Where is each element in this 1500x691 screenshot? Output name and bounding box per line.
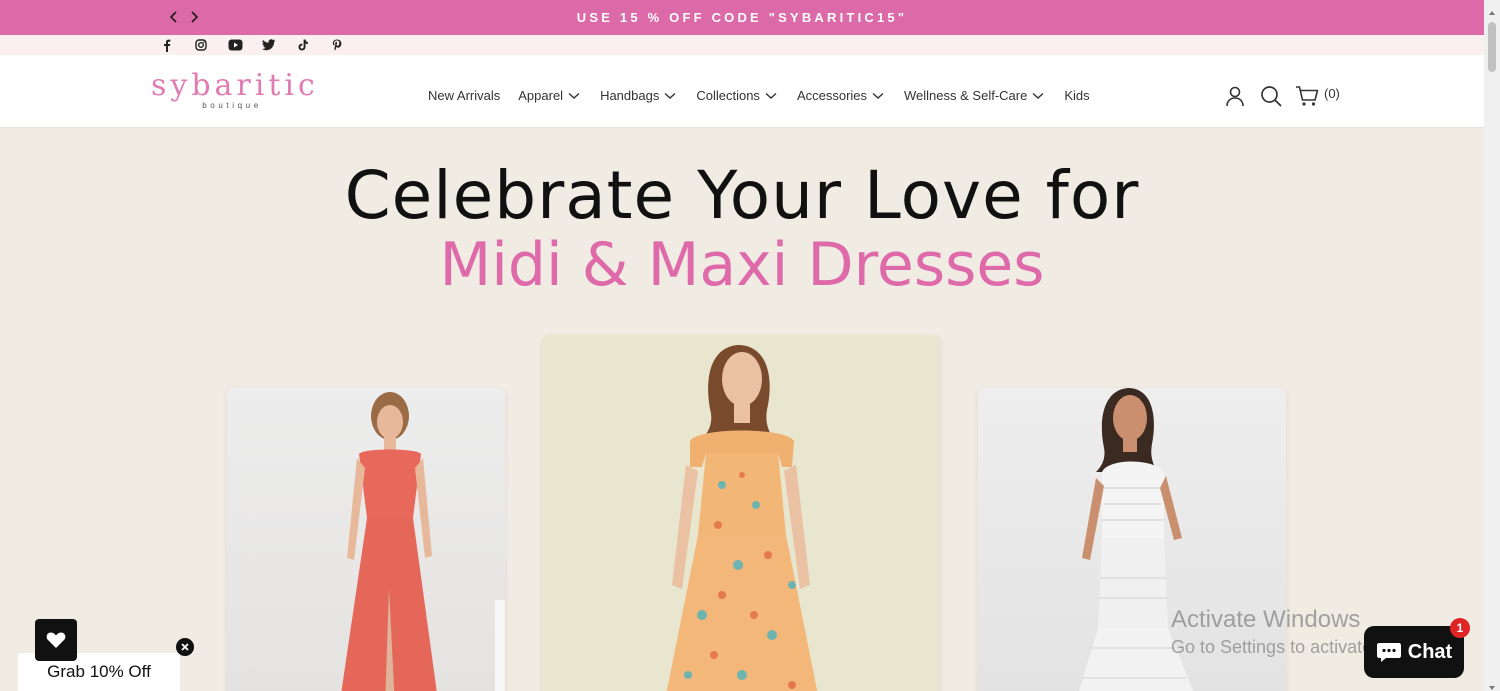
activate-windows-title: Activate Windows bbox=[1171, 606, 1361, 633]
header-actions: (0) bbox=[1222, 83, 1340, 109]
grab-discount-label: Grab 10% Off bbox=[47, 662, 151, 681]
site-header: sybaritic boutique New Arrivals Apparel … bbox=[0, 55, 1484, 128]
main-nav: New Arrivals Apparel Handbags Collection… bbox=[428, 88, 1108, 103]
twitter-icon[interactable] bbox=[252, 38, 286, 52]
chevron-down-icon bbox=[568, 91, 582, 101]
cart-count[interactable]: (0) bbox=[1324, 86, 1340, 101]
chat-button[interactable]: Chat bbox=[1364, 626, 1464, 678]
product-card-floral-midi[interactable] bbox=[542, 335, 940, 691]
instagram-icon[interactable] bbox=[184, 38, 218, 52]
chat-notification-badge: 1 bbox=[1450, 618, 1470, 638]
model-coral-dress-image bbox=[341, 392, 505, 691]
nav-wellness-self-care[interactable]: Wellness & Self-Care bbox=[904, 88, 1046, 103]
announcement-text: USE 15 % OFF CODE "SYBARITIC15" bbox=[576, 10, 908, 25]
chat-label: Chat bbox=[1407, 640, 1453, 663]
social-bar bbox=[0, 35, 1484, 55]
nav-label: Collections bbox=[696, 88, 760, 103]
chat-bubble-icon bbox=[1376, 643, 1401, 662]
logo-text: sybaritic bbox=[151, 68, 319, 103]
close-icon[interactable] bbox=[176, 638, 194, 656]
announcement-bar: USE 15 % OFF CODE "SYBARITIC15" bbox=[0, 0, 1484, 35]
product-card-coral-maxi[interactable] bbox=[227, 388, 505, 691]
pinterest-icon[interactable] bbox=[320, 38, 354, 52]
scrollbar-thumb[interactable] bbox=[1488, 22, 1496, 72]
chevron-down-icon bbox=[872, 91, 886, 101]
tiktok-icon[interactable] bbox=[286, 38, 320, 52]
search-icon[interactable] bbox=[1258, 83, 1284, 109]
wishlist-button[interactable] bbox=[35, 619, 77, 661]
nav-label: Apparel bbox=[518, 88, 564, 103]
nav-label: Kids bbox=[1064, 88, 1090, 103]
nav-apparel[interactable]: Apparel bbox=[518, 88, 582, 103]
youtube-icon[interactable] bbox=[218, 38, 252, 52]
chevron-down-icon bbox=[765, 91, 779, 101]
hero-heading: Celebrate Your Love for bbox=[344, 157, 1140, 234]
heart-icon bbox=[46, 632, 66, 648]
nav-new-arrivals[interactable]: New Arrivals bbox=[428, 88, 500, 103]
nav-label: New Arrivals bbox=[428, 88, 501, 103]
hero-subheading: Midi & Maxi Dresses bbox=[439, 230, 1045, 300]
account-icon[interactable] bbox=[1222, 83, 1248, 109]
scroll-down-icon[interactable] bbox=[1488, 679, 1496, 690]
nav-handbags[interactable]: Handbags bbox=[600, 88, 678, 103]
nav-accessories[interactable]: Accessories bbox=[797, 88, 886, 103]
nav-collections[interactable]: Collections bbox=[696, 88, 779, 103]
model-floral-dress-image bbox=[666, 345, 818, 691]
nav-label: Accessories bbox=[796, 88, 868, 103]
chevron-down-icon bbox=[664, 91, 678, 101]
nav-label: Wellness & Self-Care bbox=[904, 88, 1028, 103]
site-logo[interactable]: sybaritic boutique bbox=[151, 68, 319, 111]
nav-kids[interactable]: Kids bbox=[1064, 88, 1089, 103]
facebook-icon[interactable] bbox=[150, 38, 184, 52]
chevron-down-icon bbox=[1032, 91, 1046, 101]
nav-label: Handbags bbox=[600, 88, 660, 103]
page-scrollbar[interactable] bbox=[1484, 0, 1500, 691]
cart-icon[interactable] bbox=[1294, 83, 1320, 109]
scroll-up-icon[interactable] bbox=[1488, 4, 1496, 15]
